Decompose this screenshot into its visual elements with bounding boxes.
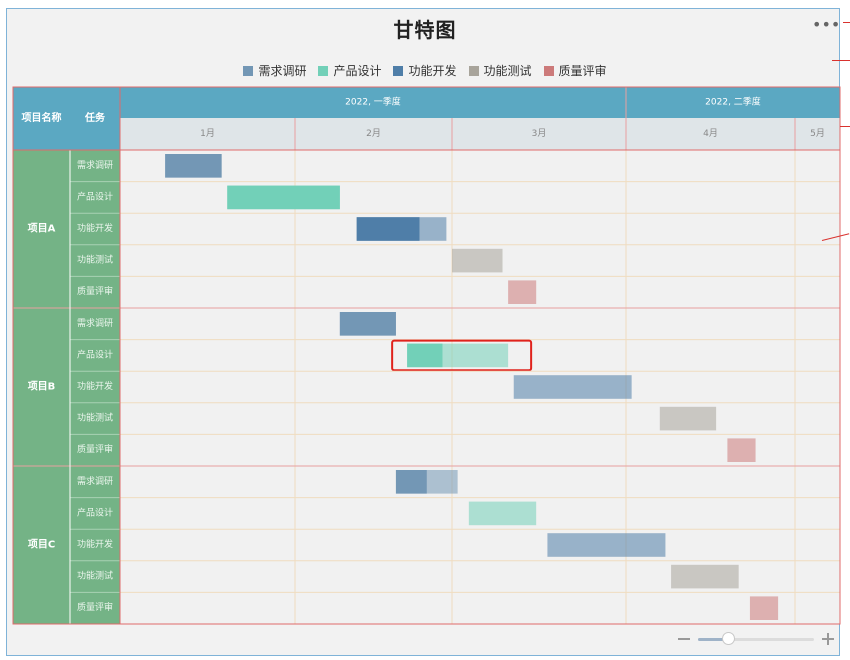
gantt-bar-progress (395, 470, 427, 494)
month-label: 5月 (810, 128, 825, 139)
gantt-bar (547, 533, 666, 557)
month-label: 4月 (703, 128, 718, 139)
zoom-in-icon-stem[interactable] (827, 633, 829, 645)
project-label: 项目B (28, 381, 56, 393)
gantt-bar (659, 406, 717, 431)
task-label: 功能测试 (77, 412, 113, 424)
gantt-bar-progress (407, 343, 443, 368)
gantt-bar (749, 596, 779, 620)
quarter-label: 2022, 二季度 (705, 96, 761, 108)
task-label: 功能开发 (77, 222, 113, 234)
gantt-bar (508, 280, 537, 304)
column-header-task: 任务 (84, 111, 106, 124)
header-month-bg (120, 118, 840, 150)
task-label: 需求调研 (77, 317, 113, 329)
gantt-bar-progress (339, 312, 396, 336)
gantt-chart: 项目名称 任务 2022, 一季度 2022, 二季度 1月 2月 3月 4月 5月项目A 需求调… (12, 86, 841, 625)
timeline-bg (120, 150, 840, 624)
annotation-line (843, 22, 850, 23)
gantt-bar (513, 375, 632, 399)
zoom-control (678, 630, 838, 648)
gantt-bar-progress (356, 217, 420, 241)
task-label: 质量评审 (77, 285, 113, 297)
task-label: 功能测试 (77, 570, 113, 582)
month-label: 3月 (532, 128, 547, 139)
project-label: 项目A (28, 223, 56, 235)
task-label: 产品设计 (77, 190, 113, 202)
month-label: 1月 (200, 128, 215, 139)
task-label: 产品设计 (77, 348, 113, 360)
annotation-line (840, 126, 850, 127)
column-header-project: 项目名称 (22, 111, 62, 124)
task-label: 功能开发 (77, 380, 113, 392)
gantt-bar-progress (165, 154, 222, 178)
project-label: 项目C (28, 539, 55, 551)
month-label: 2月 (366, 128, 381, 139)
task-label: 产品设计 (77, 506, 113, 518)
task-label: 功能开发 (77, 538, 113, 550)
task-label: 需求调研 (77, 159, 113, 171)
task-label: 质量评审 (77, 443, 113, 455)
gantt-bar (452, 248, 503, 273)
task-label: 功能测试 (77, 254, 113, 266)
zoom-slider-handle[interactable] (722, 632, 735, 645)
gantt-bar (468, 501, 537, 526)
quarter-label: 2022, 一季度 (345, 96, 401, 108)
annotation-line (832, 60, 850, 61)
task-label: 质量评审 (77, 601, 113, 613)
task-label: 需求调研 (77, 475, 113, 487)
gantt-bar (671, 564, 739, 589)
gantt-bar (727, 438, 756, 462)
gantt-bar-progress (227, 185, 340, 210)
zoom-out-icon[interactable] (678, 638, 690, 640)
